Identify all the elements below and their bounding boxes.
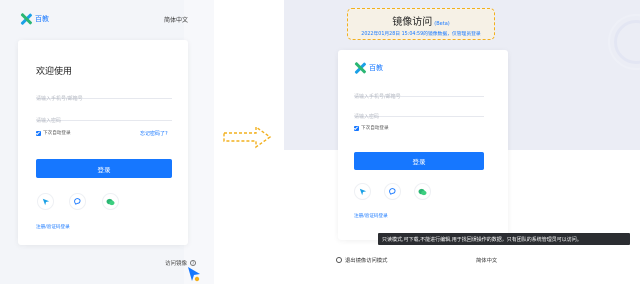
brand: 百教 — [354, 62, 383, 74]
auto-login-checkbox[interactable]: 下次自动登录 — [36, 130, 71, 136]
arrow-right-icon — [223, 125, 272, 149]
dingtalk-icon — [74, 198, 81, 205]
checkbox-checked-icon[interactable] — [354, 125, 359, 131]
cursor-icon — [188, 267, 200, 282]
wechat-icon — [418, 188, 427, 195]
mirror-access-label: 访问镜像 — [165, 261, 188, 267]
auto-login-label: 下次自动登录 — [43, 131, 71, 136]
password-input[interactable] — [36, 114, 172, 128]
screenshot-stage: 百教 简体中文 欢迎使用 下次自动登录 忘记密码了? 登录 — [0, 0, 640, 284]
login-panel: 百教 简体中文 欢迎使用 下次自动登录 忘记密码了? 登录 — [0, 0, 214, 284]
register-link[interactable]: 注册/验证码登录 — [36, 224, 70, 230]
mirror-subtitle: 2022年01月28日 15:04:59的镜像数据，仅管理员登录 — [361, 32, 481, 37]
login-card: 欢迎使用 下次自动登录 忘记密码了? 登录 注册/验证码登录 — [18, 40, 188, 245]
brand-logo-icon — [354, 62, 366, 74]
language-switch[interactable]: 简体中文 — [164, 15, 188, 24]
beta-badge: (Beta) — [434, 21, 450, 27]
exit-mirror-mode[interactable]: 退出镜像访问模式 — [336, 256, 387, 264]
feishu-icon — [359, 188, 366, 195]
password-field[interactable] — [36, 107, 172, 128]
brand-logo-icon — [20, 13, 32, 25]
mirror-title-box: 镜像访问 (Beta) 2022年01月28日 15:04:59的镜像数据，仅管理… — [347, 8, 495, 40]
brand-name: 百教 — [369, 64, 383, 72]
dingtalk-login-button[interactable] — [384, 183, 401, 200]
login-button[interactable]: 登录 — [354, 152, 484, 170]
account-field[interactable] — [354, 83, 484, 104]
password-input[interactable] — [354, 110, 484, 124]
auto-login-checkbox[interactable]: 下次自动登录 — [354, 125, 389, 131]
auto-login-label: 下次自动登录 — [361, 126, 389, 131]
register-link[interactable]: 注册/验证码登录 — [354, 213, 388, 219]
exit-mirror-label: 退出镜像访问模式 — [345, 258, 388, 264]
account-field[interactable] — [36, 85, 172, 106]
dingtalk-icon — [389, 188, 396, 195]
feishu-login-button[interactable] — [37, 193, 54, 210]
wechat-login-button[interactable] — [102, 193, 119, 210]
wechat-login-button[interactable] — [414, 183, 431, 200]
mirror-title: 镜像访问 (Beta) — [392, 17, 450, 28]
readonly-mode-tooltip: 只读模式,可下载,不能进行编辑,用于找回误操作的数据，只有团队的系统管理员可以访… — [378, 233, 630, 245]
wechat-icon — [106, 198, 115, 205]
exit-icon — [336, 257, 342, 263]
mirror-panel: 镜像访问 (Beta) 2022年01月28日 15:04:59的镜像数据，仅管理… — [284, 0, 640, 284]
mirror-login-card: 百教 下次自动登录 登录 注册/验证码登录 — [338, 50, 508, 240]
feishu-icon — [42, 198, 49, 205]
account-input[interactable] — [354, 90, 484, 104]
login-button[interactable]: 登录 — [36, 159, 172, 178]
welcome-title: 欢迎使用 — [36, 67, 73, 77]
dingtalk-login-button[interactable] — [69, 193, 86, 210]
language-switch[interactable]: 简体中文 — [476, 256, 497, 264]
password-field[interactable] — [354, 103, 484, 124]
brand: 百教 — [20, 13, 49, 25]
account-input[interactable] — [36, 92, 172, 106]
feishu-login-button[interactable] — [354, 183, 371, 200]
checkbox-checked-icon[interactable] — [36, 130, 41, 136]
forgot-password-link[interactable]: 忘记密码了? — [140, 130, 168, 137]
brand-name: 百教 — [35, 15, 49, 23]
